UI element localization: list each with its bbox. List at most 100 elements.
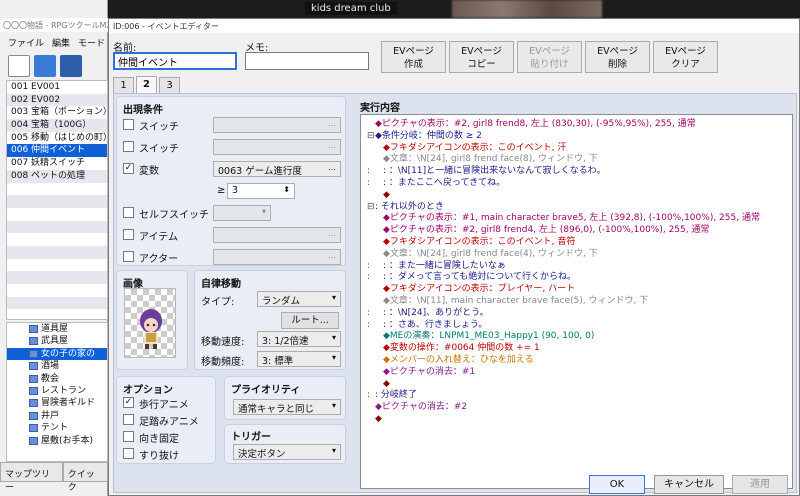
- command-line[interactable]: ◆: [361, 379, 792, 391]
- list-item[interactable]: 007 妖精スイッチ: [7, 157, 107, 170]
- command-line[interactable]: ◆文章：\N[24], girl8 frend face(8), ウィンドウ, …: [361, 154, 792, 166]
- list-item[interactable]: 004 宝箱（100G）: [7, 119, 107, 132]
- speed-select[interactable]: 3: 1/2倍速 ▾: [257, 331, 341, 347]
- item-select[interactable]: ...: [213, 227, 341, 243]
- line-prefix[interactable]: ⊟: [367, 131, 375, 143]
- menu-edit[interactable]: 編集: [52, 36, 70, 50]
- list-item[interactable]: 006 仲間イベント: [7, 144, 107, 158]
- map-item[interactable]: 道具屋: [7, 323, 107, 335]
- command-line[interactable]: :: ：またここへ戻ってきてね。: [361, 178, 792, 190]
- map-item[interactable]: 女の子の家の: [7, 347, 107, 361]
- command-line[interactable]: :: ：また一緒に冒険したいなぁ: [361, 261, 792, 273]
- tab-map-tree[interactable]: マップツリー: [0, 462, 63, 493]
- map-item[interactable]: レストラン: [7, 385, 107, 397]
- map-item[interactable]: 教会: [7, 373, 107, 385]
- command-line[interactable]: ◆ピクチャの表示：#2, girl8 frend4, 左上 (896,0), (…: [361, 225, 792, 237]
- command-line[interactable]: :: 分岐終了: [361, 390, 792, 402]
- command-line[interactable]: ◆変数の操作：#0064 仲間の数 += 1: [361, 343, 792, 355]
- cancel-button[interactable]: キャンセル: [654, 475, 724, 494]
- create-page-button[interactable]: EVページ 作成: [381, 41, 446, 73]
- priority-title: プライオリティ: [231, 385, 301, 396]
- tab-page-1[interactable]: 1: [113, 77, 134, 93]
- tab-page-2[interactable]: 2: [136, 76, 157, 93]
- direction-fix-checkbox[interactable]: [123, 431, 134, 442]
- list-item[interactable]: 008 ペットの処理: [7, 169, 107, 183]
- command-line[interactable]: ◆フキダシアイコンの表示：このイベント, 音符: [361, 237, 792, 249]
- switch2-select[interactable]: ...: [213, 139, 341, 155]
- map-item[interactable]: 井戸: [7, 410, 107, 422]
- self-switch-checkbox[interactable]: [123, 207, 134, 218]
- command-line[interactable]: ◆フキダシアイコンの表示：プレイヤー, ハート: [361, 284, 792, 296]
- map-item[interactable]: 屋敷(お手本): [7, 435, 107, 447]
- trigger-title: トリガー: [231, 432, 271, 443]
- walking-anim-checkbox[interactable]: ✓: [123, 397, 134, 408]
- line-prefix[interactable]: ⊟: [367, 202, 375, 214]
- map-item[interactable]: 酒場: [7, 360, 107, 372]
- tab-quick[interactable]: クイック: [62, 462, 108, 493]
- command-line[interactable]: :: ：\N[24]、ありがとう。: [361, 308, 792, 320]
- list-item[interactable]: 002 EV002: [7, 93, 107, 107]
- command-line[interactable]: ◆ピクチャの消去：#1: [361, 367, 792, 379]
- switch1-select[interactable]: ...: [213, 117, 341, 133]
- command-line[interactable]: :: ：さあ、行きましょう。: [361, 320, 792, 332]
- options-panel: オプション ✓ 歩行アニメ 足踏みアニメ 向き固定 すり抜け: [116, 376, 216, 464]
- chevron-down-icon: ▾: [331, 333, 336, 342]
- command-text: ◆: [383, 189, 390, 200]
- command-line[interactable]: ◆ピクチャの表示：#1, main character brave5, 左上 (…: [361, 213, 792, 225]
- menu-file[interactable]: ファイル: [8, 36, 44, 50]
- command-line[interactable]: :: ：\N[11]と一緒に冒険出来ないなんて寂しくなるわ。: [361, 166, 792, 178]
- clear-page-button[interactable]: EVページ クリア: [653, 41, 718, 73]
- stepping-anim-label: 足踏みアニメ: [139, 417, 199, 428]
- frequency-select[interactable]: 3: 標準 ▾: [257, 351, 341, 367]
- chevron-down-icon: ▾: [331, 401, 336, 410]
- new-project-icon[interactable]: [8, 55, 30, 77]
- save-project-icon[interactable]: [60, 55, 82, 77]
- list-item[interactable]: 001 EV001: [7, 81, 107, 94]
- variable-checkbox[interactable]: ✓: [123, 163, 134, 174]
- command-line[interactable]: ◆文章：\N[11], main character brave face(5)…: [361, 296, 792, 308]
- command-line[interactable]: ◆フキダシアイコンの表示：このイベント, 汗: [361, 143, 792, 155]
- tab-page-3[interactable]: 3: [159, 77, 180, 93]
- command-line[interactable]: ◆: [361, 190, 792, 202]
- item-checkbox[interactable]: [123, 229, 134, 240]
- switch2-checkbox[interactable]: [123, 141, 134, 152]
- number-stepper[interactable]: 3 ⬍: [227, 183, 295, 199]
- open-project-icon[interactable]: [34, 55, 56, 77]
- ok-button[interactable]: OK: [589, 475, 645, 494]
- menu-mode[interactable]: モード: [78, 36, 105, 50]
- command-line[interactable]: ◆ピクチャの表示：#2, girl8 frend8, 左上 (830,30), …: [361, 119, 792, 131]
- page-area: 出現条件 スイッチ ... スイッチ ... ✓ 変数 0063 ゲーム進行度.…: [113, 93, 797, 493]
- list-item[interactable]: 005 移動（はじめの町）: [7, 132, 107, 145]
- command-line[interactable]: ⊟: それ以外のとき: [361, 202, 792, 214]
- command-line[interactable]: ◆: [361, 414, 792, 426]
- stepping-anim-checkbox[interactable]: [123, 414, 134, 425]
- event-commands-list[interactable]: ◆ピクチャの表示：#2, girl8 frend8, 左上 (830,30), …: [360, 114, 793, 489]
- delete-page-button[interactable]: EVページ 削除: [585, 41, 650, 73]
- command-line[interactable]: ⊟ ◆条件分岐：仲間の数 ≥ 2: [361, 131, 792, 143]
- command-line[interactable]: ◆ピクチャの消去：#2: [361, 402, 792, 414]
- switch1-checkbox[interactable]: [123, 119, 134, 130]
- self-switch-select[interactable]: ▾: [213, 205, 271, 221]
- command-line[interactable]: ◆メンバーの入れ替え：ひなを加える: [361, 355, 792, 367]
- map-item[interactable]: 冒険者ギルド: [7, 397, 107, 409]
- route-button[interactable]: ルート...: [281, 312, 339, 329]
- through-checkbox[interactable]: [123, 448, 134, 459]
- apply-button[interactable]: 適用: [732, 475, 788, 494]
- actor-checkbox[interactable]: [123, 251, 134, 262]
- copy-page-button[interactable]: EVページ コピー: [449, 41, 514, 73]
- trigger-select[interactable]: 決定ボタン ▾: [233, 444, 341, 460]
- map-item[interactable]: テント: [7, 422, 107, 434]
- type-select[interactable]: ランダム ▾: [257, 291, 341, 307]
- character-sprite[interactable]: [124, 288, 176, 358]
- command-line[interactable]: ◆文章：\N[24], girl8 frend face(4), ウィンドウ, …: [361, 249, 792, 261]
- map-item[interactable]: 武具屋: [7, 335, 107, 347]
- memo-field[interactable]: [245, 52, 369, 70]
- paste-page-button[interactable]: EVページ 貼り付け: [517, 41, 582, 73]
- name-field[interactable]: [113, 52, 237, 70]
- command-line[interactable]: :: ：ダメって言っても絶対について行くからね。: [361, 272, 792, 284]
- actor-select[interactable]: ...: [213, 249, 341, 265]
- command-line[interactable]: ◆MEの演奏：LNPM1_ME03_Happy1 (90, 100, 0): [361, 331, 792, 343]
- variable-select[interactable]: 0063 ゲーム進行度...: [213, 161, 341, 177]
- list-item[interactable]: 003 宝箱（ポーション）: [7, 106, 107, 119]
- priority-select[interactable]: 通常キャラと同じ ▾: [233, 399, 341, 415]
